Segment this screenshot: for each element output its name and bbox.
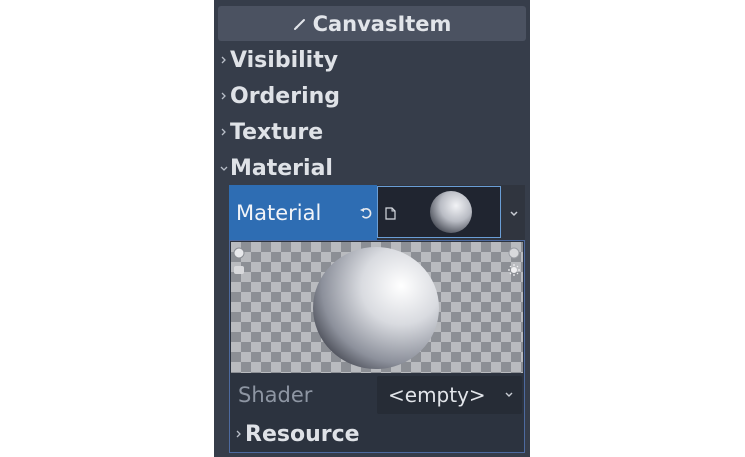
material-preview xyxy=(231,242,523,373)
material-property-label[interactable]: Material xyxy=(229,185,377,240)
section-label: Ordering xyxy=(230,83,341,109)
chevron-down-icon xyxy=(220,166,228,171)
material-property-text: Material xyxy=(236,200,322,225)
section-resource[interactable]: Resource xyxy=(235,418,360,450)
chevron-down-icon[interactable] xyxy=(506,205,522,221)
section-visibility[interactable]: Visibility xyxy=(219,43,338,77)
section-label: Material xyxy=(230,155,333,181)
chevron-right-icon xyxy=(236,430,241,438)
material-resource-picker[interactable] xyxy=(377,186,501,238)
section-label: Texture xyxy=(230,119,324,145)
section-texture[interactable]: Texture xyxy=(219,115,323,149)
sun-icon[interactable] xyxy=(507,263,521,277)
shader-value: <empty> xyxy=(388,383,486,407)
chevron-right-icon xyxy=(221,92,226,100)
header-title: CanvasItem xyxy=(312,11,452,36)
light-icon[interactable] xyxy=(232,246,246,260)
sphere-shape-icon[interactable] xyxy=(507,246,521,260)
shader-label: Shader xyxy=(238,383,313,407)
material-thumbnail xyxy=(430,191,472,233)
section-ordering[interactable]: Ordering xyxy=(219,79,340,113)
preview-sphere xyxy=(313,247,439,369)
revert-icon[interactable] xyxy=(358,205,374,221)
chevron-right-icon xyxy=(221,56,226,64)
section-label: Visibility xyxy=(230,47,339,73)
file-icon xyxy=(385,207,396,220)
shader-picker[interactable]: <empty> xyxy=(377,376,522,414)
light-icon[interactable] xyxy=(232,263,246,277)
section-label: Resource xyxy=(245,421,360,447)
chevron-down-icon xyxy=(505,392,513,397)
pencil-icon xyxy=(293,18,305,30)
chevron-right-icon xyxy=(221,128,226,136)
canvasitem-header[interactable]: CanvasItem xyxy=(218,6,526,41)
section-material[interactable]: Material xyxy=(219,151,333,185)
